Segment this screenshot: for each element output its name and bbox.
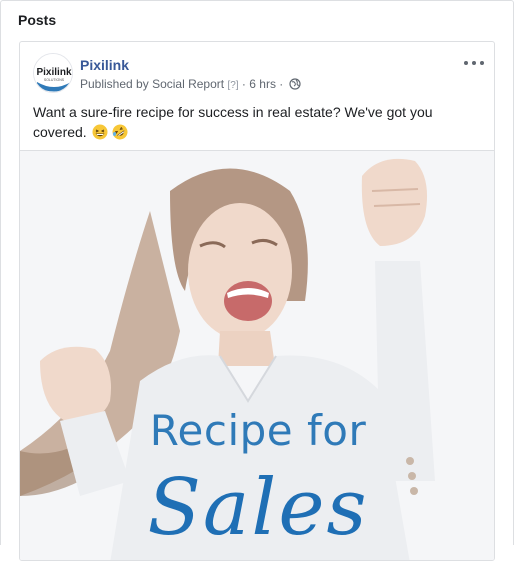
meta-separator-2: · — [279, 77, 284, 91]
more-dot-icon — [480, 61, 484, 65]
posts-panel: Posts Pixilink SOLUTIONS Pixilink Publis… — [0, 0, 514, 561]
pixilink-logo-icon: Pixilink SOLUTIONS — [34, 54, 72, 92]
section-title: Posts — [18, 12, 57, 28]
grinning-squinting-face-icon — [92, 124, 108, 145]
post-time[interactable]: 6 hrs — [249, 77, 276, 91]
meta-separator: · — [241, 77, 246, 91]
more-dot-icon — [472, 61, 476, 65]
rolling-on-floor-laughing-icon — [112, 124, 128, 145]
image-headline: Recipe for — [149, 406, 367, 455]
image-script-text: Sales — [147, 463, 369, 553]
post-meta: Published by Social Report [?] · 6 hrs · — [80, 77, 301, 93]
published-prefix: Published by — [80, 77, 149, 91]
logo-subtext: SOLUTIONS — [44, 78, 65, 82]
logo-wordmark: Pixilink — [36, 67, 71, 78]
more-dot-icon — [464, 61, 468, 65]
publisher-link[interactable]: Social Report — [152, 77, 224, 91]
page-avatar[interactable]: Pixilink SOLUTIONS — [33, 53, 73, 93]
post-card: Pixilink SOLUTIONS Pixilink Published by… — [19, 41, 495, 561]
help-marker[interactable]: [?] — [227, 80, 238, 91]
post-image[interactable]: Recipe for Sales — [20, 150, 494, 560]
page-name-link[interactable]: Pixilink — [80, 57, 129, 73]
more-options-button[interactable] — [464, 58, 484, 68]
globe-icon — [289, 78, 301, 93]
post-text: Want a sure-fire recipe for success in r… — [33, 102, 473, 145]
